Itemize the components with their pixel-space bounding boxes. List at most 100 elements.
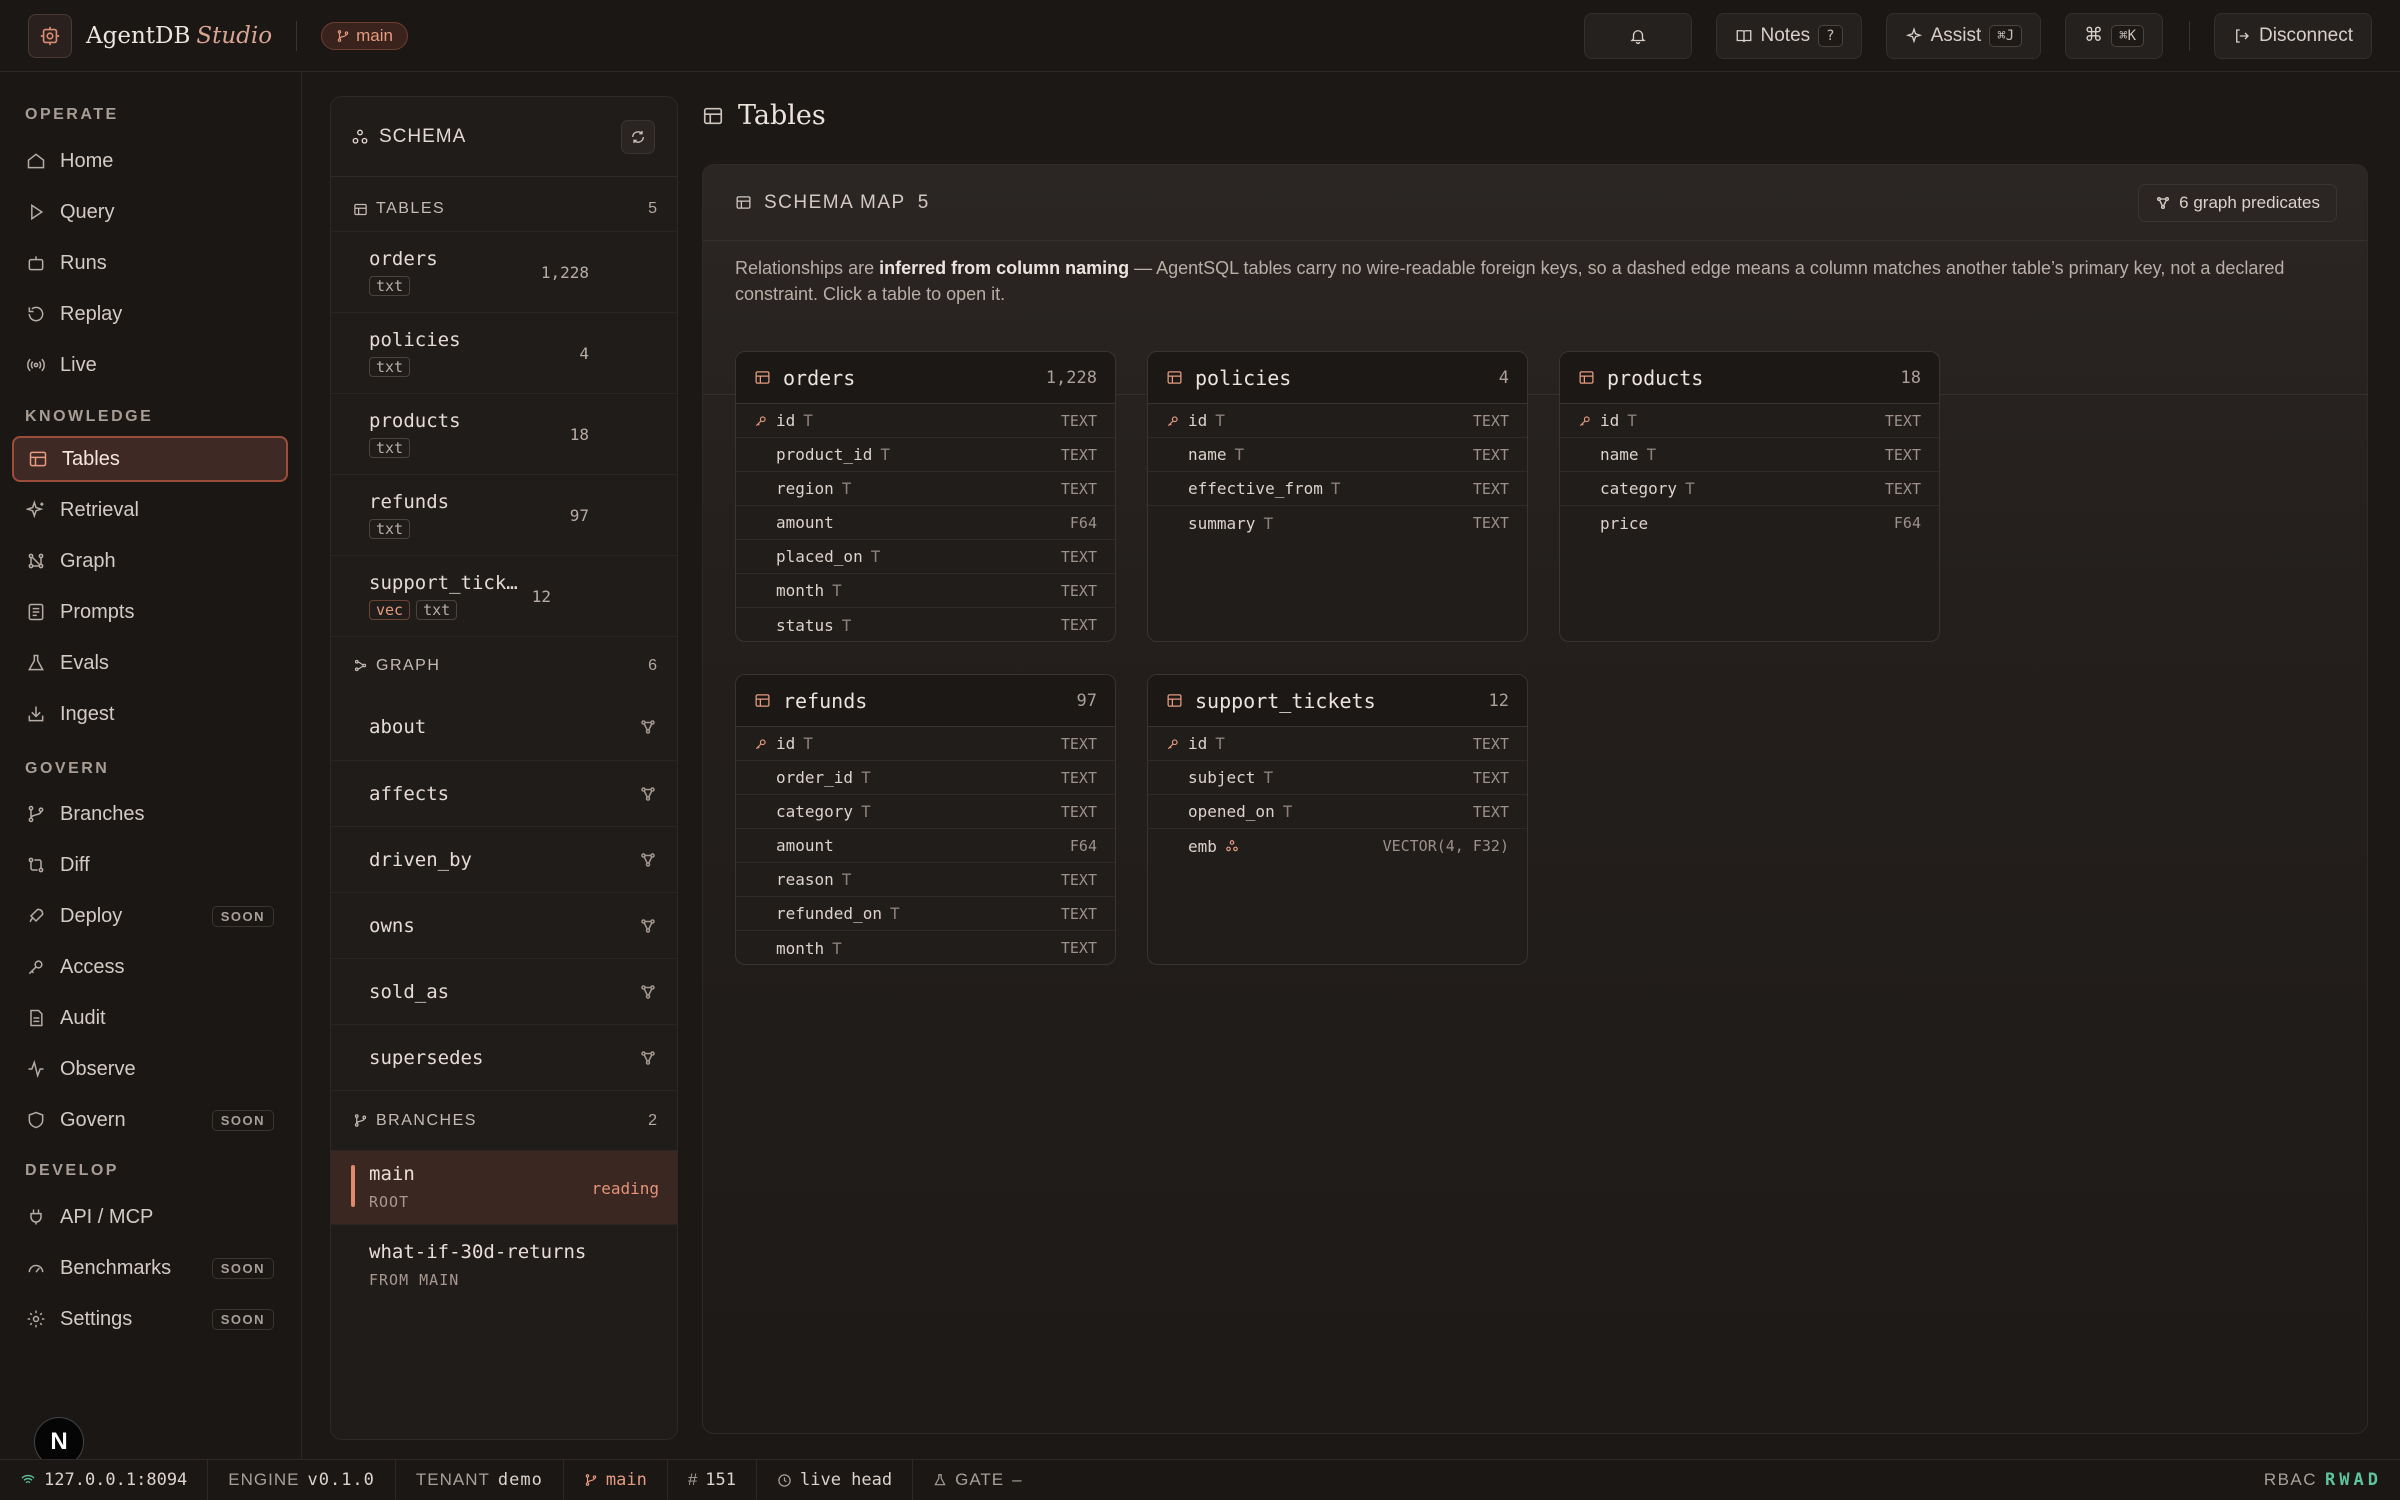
nav-access[interactable]: Access — [12, 944, 288, 990]
nav-diff[interactable]: Diff — [12, 842, 288, 888]
nav-graph[interactable]: Graph — [12, 538, 288, 584]
nav-govern[interactable]: Govern SOON — [12, 1097, 288, 1143]
graph-predicates-label: 6 graph predicates — [2179, 192, 2320, 212]
notes-button[interactable]: Notes ? — [1715, 12, 1862, 59]
table-tag: txt — [369, 276, 411, 296]
sidebar: OPERATE Home Query Runs Replay Live KNOW… — [0, 72, 302, 1459]
schema-map: SCHEMA MAP 5 6 graph predicates Relation… — [702, 164, 2368, 1434]
predicate-item[interactable]: affects — [331, 760, 677, 826]
text-type-icon: T — [861, 768, 871, 787]
assist-button[interactable]: Assist ⌘J — [1885, 12, 2042, 59]
nav-deploy[interactable]: Deploy SOON — [12, 893, 288, 939]
graph-predicates-button[interactable]: 6 graph predicates — [2138, 183, 2337, 222]
column-row: id T TEXT — [736, 404, 1115, 438]
graph-node-icon — [641, 720, 655, 734]
rbac-status: RBAC RWAD — [2264, 1470, 2400, 1490]
nav-settings[interactable]: Settings SOON — [12, 1296, 288, 1342]
predicate-item[interactable]: owns — [331, 892, 677, 958]
nav-observe[interactable]: Observe — [12, 1046, 288, 1092]
schema-table-item[interactable]: products txt 18 — [331, 393, 677, 474]
nav-query[interactable]: Query — [12, 189, 288, 235]
nav-retrieval[interactable]: Retrieval — [12, 487, 288, 533]
column-type: F64 — [1069, 513, 1097, 532]
column-type: TEXT — [1884, 479, 1921, 498]
nav-audit[interactable]: Audit — [12, 995, 288, 1041]
schema-header: SCHEMA — [331, 97, 677, 177]
text-type-icon: T — [861, 802, 871, 821]
predicate-item[interactable]: supersedes — [331, 1024, 677, 1090]
table-row-count: 12 — [531, 586, 551, 606]
column-row: effective_from T TEXT — [1148, 472, 1527, 506]
column-name: product_id — [776, 445, 873, 464]
wifi-icon — [21, 1474, 35, 1486]
nav-benchmarks[interactable]: Benchmarks SOON — [12, 1245, 288, 1291]
schema-table-item[interactable]: refunds txt 97 — [331, 474, 677, 555]
predicate-item[interactable]: about — [331, 694, 677, 760]
card-title: products — [1607, 365, 1704, 390]
refresh-button[interactable] — [621, 119, 655, 154]
predicate-item[interactable]: driven_by — [331, 826, 677, 892]
text-type-icon: T — [803, 734, 813, 753]
tenant-label: TENANT — [415, 1470, 490, 1489]
column-name: refunded_on — [776, 904, 882, 923]
nav-label: Deploy — [60, 904, 123, 927]
command-shortcut: ⌘K — [2111, 24, 2144, 47]
nav-branches[interactable]: Branches — [12, 791, 288, 837]
column-row: reason T TEXT — [736, 863, 1115, 897]
table-card-policies[interactable]: policies 4 id T TEXT name T TEXT effective_fr… — [1147, 351, 1528, 642]
table-card-refunds[interactable]: refunds 97 id T TEXT order_id T TEXT category… — [735, 674, 1116, 965]
schema-table-item[interactable]: policies txt 4 — [331, 312, 677, 393]
book-icon — [1736, 29, 1751, 42]
branch-item-what-if[interactable]: what-if-30d-returns FROM MAIN — [331, 1224, 677, 1302]
column-name: id — [1600, 411, 1620, 430]
graph-group-header: GRAPH 6 — [331, 636, 677, 694]
branch-pill[interactable]: main — [321, 21, 408, 50]
column-type: TEXT — [1472, 734, 1509, 753]
nav-evals[interactable]: Evals — [12, 640, 288, 686]
text-type-icon: T — [1234, 445, 1245, 464]
graph-group-count: 6 — [648, 656, 657, 674]
nav-tables[interactable]: Tables — [12, 436, 288, 482]
nav-api-mcp[interactable]: API / MCP — [12, 1194, 288, 1240]
table-card-support-tickets[interactable]: support_tickets 12 id T TEXT subject T TEXT o… — [1147, 674, 1528, 965]
text-type-icon: T — [803, 411, 813, 430]
divider — [2189, 20, 2190, 51]
graph-node-icon — [641, 984, 655, 999]
schema-table-item[interactable]: support_tick… vec txt 12 — [331, 555, 677, 636]
command-palette-button[interactable]: ⌘ ⌘K — [2065, 12, 2163, 59]
card-row-count: 1,228 — [1045, 367, 1097, 388]
notifications-button[interactable] — [1583, 12, 1692, 59]
brand-name: AgentDB — [86, 22, 191, 49]
nav-live[interactable]: Live — [12, 342, 288, 388]
branch-item-main[interactable]: main ROOT reading — [331, 1150, 677, 1224]
live-value: live head — [800, 1470, 893, 1490]
graph-node-icon — [641, 918, 655, 933]
nav-ingest[interactable]: Ingest — [12, 691, 288, 737]
table-card-products[interactable]: products 18 id T TEXT name T TEXT category T TE… — [1559, 351, 1940, 642]
engine-value: v0.1.0 — [307, 1470, 375, 1490]
branch-status[interactable]: main — [564, 1459, 668, 1500]
graph-icon — [354, 659, 367, 672]
text-type-icon: T — [870, 547, 881, 566]
disconnect-button[interactable]: Disconnect — [2214, 12, 2372, 59]
column-type: VECTOR(4, F32) — [1382, 837, 1509, 855]
column-name: opened_on — [1188, 802, 1275, 821]
branch-pill-label: main — [356, 25, 393, 45]
nav-prompts[interactable]: Prompts — [12, 589, 288, 635]
column-type: TEXT — [1060, 581, 1097, 600]
schema-table-item[interactable]: orders txt 1,228 — [331, 231, 677, 312]
graph-node-icon — [641, 852, 655, 867]
assist-shortcut: ⌘J — [1989, 24, 2023, 47]
nav-replay[interactable]: Replay — [12, 291, 288, 337]
logo-icon[interactable] — [28, 13, 72, 58]
column-row: id T TEXT — [1148, 404, 1527, 438]
nav-runs[interactable]: Runs — [12, 240, 288, 286]
column-type: TEXT — [1472, 768, 1509, 787]
play-icon — [31, 203, 44, 221]
nav-label: Replay — [60, 302, 123, 325]
column-type: TEXT — [1060, 802, 1097, 821]
predicate-item[interactable]: sold_as — [331, 958, 677, 1024]
nav-home[interactable]: Home — [12, 138, 288, 184]
table-card-orders[interactable]: orders 1,228 id T TEXT product_id T TEXT regi… — [735, 351, 1116, 642]
vector-icon — [1226, 840, 1238, 852]
